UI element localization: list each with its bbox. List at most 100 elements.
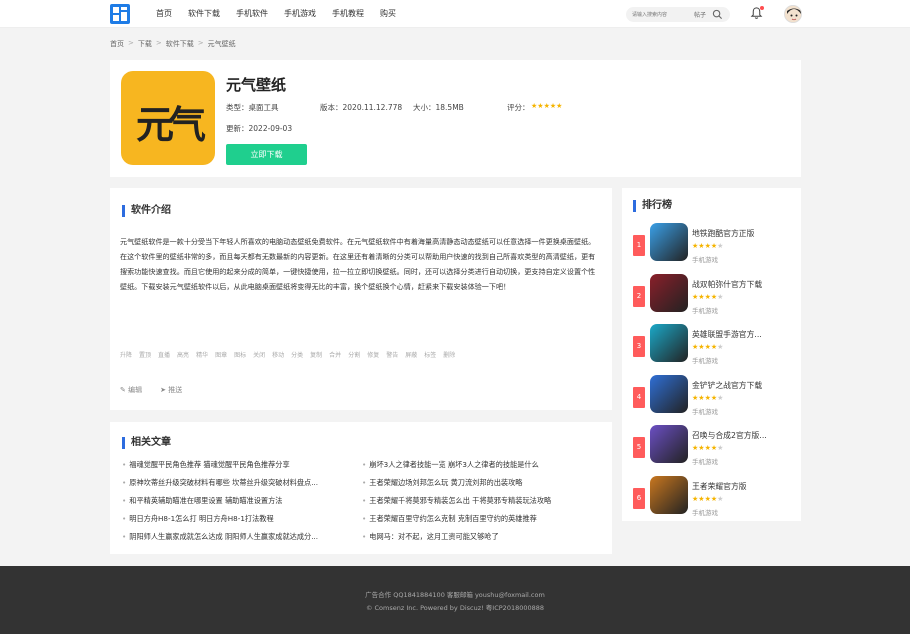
game-category: 手机游戏	[692, 256, 718, 264]
ranking-item[interactable]: 1 地铁跑酷官方正版 ★★★★★ 手机游戏	[633, 218, 793, 268]
game-name[interactable]: 英雄联盟手游官方...	[692, 329, 792, 340]
post-actions: ✎ 编辑 ➤ 推送	[120, 385, 182, 395]
notification-dot	[760, 6, 764, 10]
nav-item[interactable]: 首页	[156, 0, 172, 28]
rank-number: 1	[633, 235, 645, 256]
game-category: 手机游戏	[692, 306, 718, 315]
toolbar-action[interactable]: 高亮	[177, 350, 189, 359]
search-input[interactable]	[632, 9, 688, 20]
ranking-item[interactable]: 6 王者荣耀官方版 ★★★★★ 手机游戏	[633, 471, 793, 521]
toolbar-action[interactable]: 图标	[234, 350, 246, 359]
related-article-link[interactable]: 和平精英辅助瞄准在哪里设置 辅助瞄准设置方法	[122, 492, 360, 510]
rank-number: 5	[633, 437, 645, 458]
toolbar-action[interactable]: 修复	[367, 350, 379, 359]
toolbar-action[interactable]: 屏蔽	[405, 350, 417, 359]
star-icon: ★	[556, 102, 563, 110]
game-name[interactable]: 战双帕弥什官方下载	[692, 279, 792, 290]
related-article-link[interactable]: 明日方舟H8-1怎么打 明日方舟H8-1打法教程	[122, 510, 360, 528]
related-article-link[interactable]: 王者荣耀百里守约怎么克制 克制百里守约的英雄推荐	[362, 510, 600, 528]
page-footer: 广告合作 QQ1841884100 客服邮箱 youshu@foxmail.co…	[0, 566, 910, 634]
toolbar-action[interactable]: 直播	[158, 350, 170, 359]
breadcrumb-separator: >	[128, 39, 134, 47]
related-article-link[interactable]: 崩坏3人之律者技能一览 崩坏3人之律者的技能是什么	[362, 456, 600, 474]
breadcrumb-download[interactable]: 下载	[138, 39, 152, 49]
main-nav: 首页 软件下载 手机软件 手机游戏 手机教程 购买	[156, 0, 412, 28]
top-header: 首页软件下载手机软件手机游戏手机教程购买 帖子	[0, 0, 910, 28]
game-name[interactable]: 金铲铲之战官方下载	[692, 380, 792, 391]
game-rating-stars: ★★★★★	[692, 242, 723, 250]
game-name[interactable]: 地铁跑酷官方正版	[692, 228, 792, 239]
nav-item[interactable]: 手机游戏	[284, 0, 316, 28]
download-button[interactable]: 立即下载	[226, 144, 307, 165]
nav-item[interactable]: 软件下载	[188, 0, 220, 28]
toolbar-action[interactable]: 删除	[443, 350, 455, 359]
nav-item[interactable]: 购买	[380, 0, 396, 28]
game-icon[interactable]	[650, 374, 688, 413]
toolbar-action[interactable]: 复制	[310, 350, 322, 359]
user-avatar[interactable]	[784, 5, 802, 23]
toolbar-action[interactable]: 图章	[215, 350, 227, 359]
footer-contact: 广告合作 QQ1841884100 客服邮箱 youshu@foxmail.co…	[365, 591, 545, 599]
breadcrumb-home[interactable]: 首页	[110, 39, 124, 49]
toolbar-action[interactable]: 警告	[386, 350, 398, 359]
search-icon[interactable]	[712, 9, 723, 20]
nav-item[interactable]: 手机教程	[332, 0, 364, 28]
game-rating-stars: ★★★★★	[692, 343, 723, 351]
toolbar-action[interactable]: 标签	[424, 350, 436, 359]
moderation-toolbar: 升降 置顶 直播 高亮 精华 图章 图标 关闭 移动 分类 复制 合并 分割 修复 警告 屏蔽 标签 删除	[120, 350, 455, 359]
app-updated: 更新：2022-09-03	[226, 124, 293, 133]
related-article-link[interactable]: 王者荣耀千将莫邪专精装怎么出 干将莫邪专精装玩法攻略	[362, 492, 600, 510]
search-type-select[interactable]: 帖子	[694, 10, 706, 19]
game-name[interactable]: 王者荣耀官方版	[692, 481, 792, 492]
toolbar-action[interactable]: 关闭	[253, 350, 265, 359]
nav-item[interactable]: 手机软件	[236, 0, 268, 28]
related-list-left: 福魂觉醒平民角色推荐 猫魂觉醒平民角色推荐分享原神坎蒂丝升级突破材料有哪些 坎蒂…	[122, 456, 360, 546]
star-icon: ★	[717, 393, 724, 402]
search-box: 帖子	[626, 7, 730, 22]
app-version: 版本：2020.11.12.778	[320, 103, 403, 112]
related-article-link[interactable]: 原神坎蒂丝升级突破材料有哪些 坎蒂丝升级突破材料盘点...	[122, 474, 360, 492]
related-article-link[interactable]: 电网马：对不起，这月工资可能又够呛了	[362, 528, 600, 546]
app-icon-text: 元气	[135, 102, 206, 147]
app-info-card: 元气 元气壁纸 类型：桌面工具 版本：2020.11.12.778 大小：18.…	[110, 60, 801, 177]
star-icon: ★	[717, 242, 724, 250]
push-label: 推送	[168, 386, 183, 394]
push-button[interactable]: ➤ 推送	[160, 385, 182, 395]
ranking-item[interactable]: 4 金铲铲之战官方下载 ★★★★★ 手机游戏	[633, 370, 793, 420]
game-name[interactable]: 召唤与合成2官方版...	[692, 430, 792, 441]
related-article-link[interactable]: 王者荣耀边场刘邦怎么玩 黄刀流刘邦的出装攻略	[362, 474, 600, 492]
pin-icon: ➤	[160, 386, 166, 394]
game-icon[interactable]	[650, 425, 688, 463]
related-article-link[interactable]: 阴阳师人生赢家成就怎么达成 阴阳师人生赢家成就达成分...	[122, 528, 360, 546]
game-icon[interactable]	[650, 475, 688, 514]
rank-number: 3	[633, 336, 645, 357]
game-category: 手机游戏	[692, 357, 718, 365]
app-size: 大小：18.5MB	[413, 103, 464, 112]
game-category: 手机游戏	[692, 508, 718, 517]
toolbar-action[interactable]: 分割	[348, 350, 360, 359]
toolbar-action[interactable]: 合并	[329, 350, 341, 359]
toolbar-action[interactable]: 升降	[120, 350, 132, 359]
game-rating-stars: ★★★★★	[692, 293, 723, 301]
toolbar-action[interactable]: 分类	[291, 350, 303, 359]
related-article-link[interactable]: 福魂觉醒平民角色推荐 猫魂觉醒平民角色推荐分享	[122, 456, 360, 474]
breadcrumb-software-download[interactable]: 软件下载	[166, 39, 194, 49]
app-title: 元气壁纸	[226, 76, 287, 94]
intro-section-title: 软件介绍	[122, 205, 171, 217]
site-logo-icon[interactable]	[110, 4, 130, 24]
game-icon[interactable]	[650, 324, 688, 362]
breadcrumb-current: 元气壁纸	[207, 40, 236, 48]
breadcrumb-separator: >	[197, 39, 204, 47]
toolbar-action[interactable]: 移动	[272, 350, 284, 359]
related-list-right: 崩坏3人之律者技能一览 崩坏3人之律者的技能是什么王者荣耀边场刘邦怎么玩 黄刀流…	[362, 456, 600, 546]
app-rating-label: 评分：	[507, 103, 530, 112]
ranking-item[interactable]: 3 英雄联盟手游官方... ★★★★★ 手机游戏	[633, 319, 793, 369]
ranking-item[interactable]: 5 召唤与合成2官方版... ★★★★★ 手机游戏	[633, 420, 793, 470]
toolbar-action[interactable]: 置顶	[139, 350, 151, 359]
ranking-item[interactable]: 2 战双帕弥什官方下载 ★★★★★ 手机游戏	[633, 269, 793, 319]
game-icon[interactable]	[650, 223, 688, 261]
edit-button[interactable]: ✎ 编辑	[120, 385, 142, 395]
game-icon[interactable]	[650, 273, 688, 312]
rank-number: 4	[633, 386, 645, 408]
toolbar-action[interactable]: 精华	[196, 350, 208, 359]
